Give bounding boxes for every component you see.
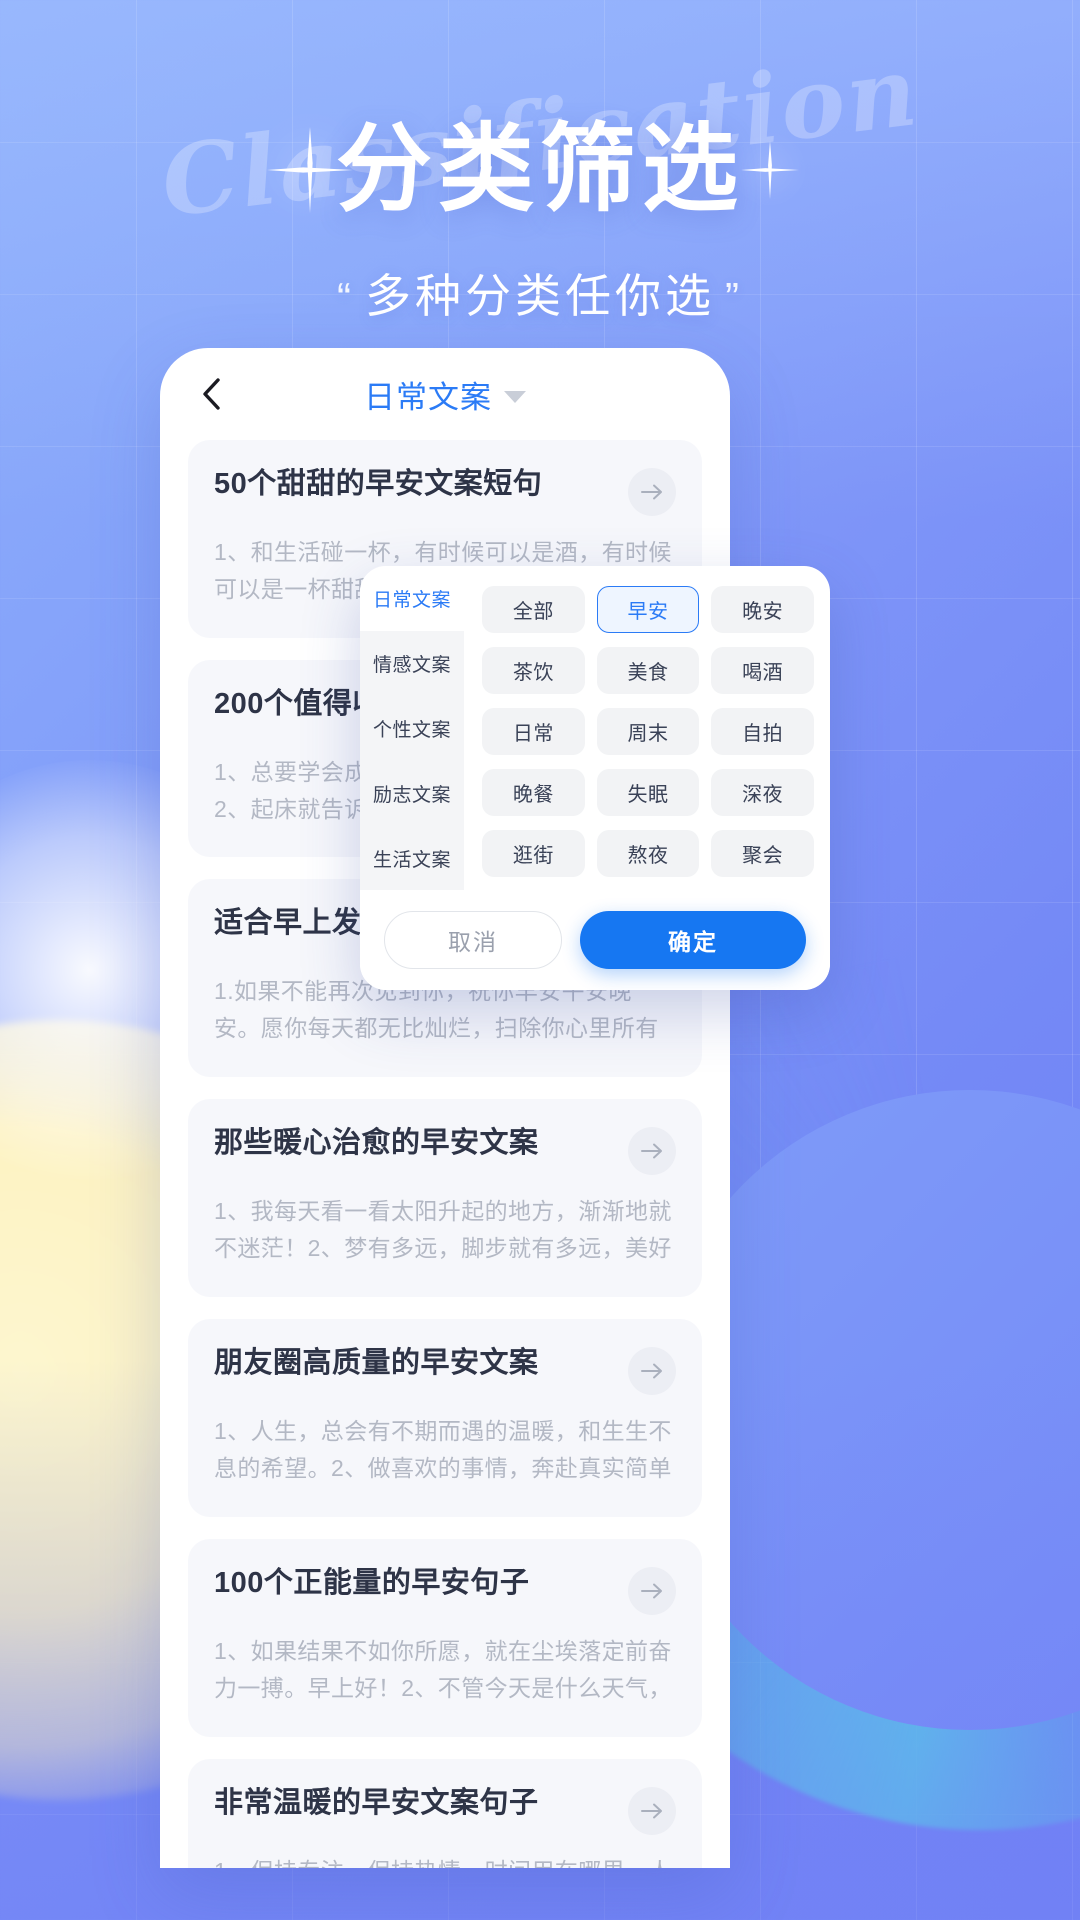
chip-daily[interactable]: 日常 — [482, 708, 585, 755]
chip-insomnia[interactable]: 失眠 — [596, 769, 700, 816]
subtitle-close-quote: ” — [725, 274, 743, 321]
chip-food[interactable]: 美食 — [596, 647, 700, 694]
subtitle-text: 多种分类任你选 — [365, 270, 715, 322]
category-tab-list: 日常文案 情感文案 个性文案 励志文案 生活文案 — [360, 566, 464, 890]
list-item-title: 那些暖心治愈的早安文案 — [214, 1126, 539, 1159]
list-item-header: 非常温暖的早安文案句子 — [214, 1785, 676, 1835]
arrow-right-icon — [641, 1803, 662, 1818]
category-selector-label: 日常文案 — [364, 379, 492, 415]
chip-drinking[interactable]: 喝酒 — [711, 647, 814, 694]
chip-morning[interactable]: 早安 — [596, 586, 700, 633]
tab-motivational[interactable]: 励志文案 — [360, 761, 464, 826]
cancel-button[interactable]: 取消 — [384, 911, 562, 969]
subtitle-open-quote: “ — [337, 274, 355, 321]
hero-section: Classification 分类筛选 “多种分类任你选” — [0, 34, 1080, 326]
arrow-right-button[interactable] — [628, 1566, 676, 1615]
modal-body: 日常文案 情感文案 个性文案 励志文案 生活文案 全部 早安 晚安 茶饮 美食 … — [360, 566, 830, 890]
list-item-title: 朋友圈高质量的早安文案 — [214, 1346, 539, 1379]
arrow-right-icon — [641, 1583, 662, 1598]
category-selector[interactable]: 日常文案 — [160, 348, 730, 440]
list-item-header: 50个甜甜的早安文案短句 — [214, 466, 676, 516]
list-item[interactable]: 朋友圈高质量的早安文案 1、人生，总会有不期而遇的温暖，和生生不息的希望。2、做… — [188, 1318, 702, 1517]
subcategory-chip-area: 全部 早安 晚安 茶饮 美食 喝酒 日常 周末 自拍 晚餐 失眠 深夜 逛街 熬… — [464, 566, 830, 890]
chip-tea[interactable]: 茶饮 — [482, 647, 585, 694]
list-item[interactable]: 非常温暖的早安文案句子 1、保持专注，保持热情，时间用在哪里，人生就在哪 — [188, 1758, 702, 1869]
chip-selfie[interactable]: 自拍 — [711, 708, 814, 755]
confirm-button[interactable]: 确定 — [580, 911, 806, 969]
list-item-title: 100个正能量的早安句子 — [214, 1566, 530, 1599]
list-item-header: 朋友圈高质量的早安文案 — [214, 1345, 676, 1395]
modal-action-bar: 取消 确定 — [360, 890, 830, 990]
chip-latenight[interactable]: 深夜 — [711, 769, 814, 816]
caret-down-icon — [504, 390, 526, 403]
arrow-right-button[interactable] — [628, 468, 676, 516]
list-item-title: 50个甜甜的早安文案短句 — [214, 468, 543, 500]
list-item-desc: 1、保持专注，保持热情，时间用在哪里，人生就在哪 — [214, 1853, 676, 1869]
list-item-title: 非常温暖的早安文案句子 — [214, 1786, 539, 1819]
tab-personality[interactable]: 个性文案 — [360, 696, 464, 761]
page-title: 分类筛选 — [336, 116, 744, 223]
list-item-desc: 1、人生，总会有不期而遇的温暖，和生生不息的希望。2、做喜欢的事情，奔赴真实简单… — [214, 1417, 672, 1481]
chip-goodnight[interactable]: 晚安 — [711, 586, 814, 633]
arrow-right-button[interactable] — [628, 1346, 676, 1395]
tab-life[interactable]: 生活文案 — [360, 826, 464, 890]
arrow-right-icon — [641, 1143, 662, 1158]
arrow-right-button[interactable] — [628, 1786, 676, 1835]
list-item-desc: 1、我每天看一看太阳升起的地方，渐渐地就不迷茫！2、梦有多远，脚步就有多远，美好… — [214, 1197, 672, 1261]
list-item-header: 100个正能量的早安句子 — [214, 1565, 676, 1615]
tab-emotional[interactable]: 情感文案 — [360, 631, 464, 696]
chip-stayup[interactable]: 熬夜 — [596, 830, 700, 877]
list-item[interactable]: 100个正能量的早安句子 1、如果结果不如你所愿，就在尘埃落定前奋力一搏。早上好… — [188, 1538, 702, 1737]
title-row: 分类筛选 — [0, 122, 1080, 218]
list-item-desc: 1、如果结果不如你所愿，就在尘埃落定前奋力一搏。早上好！2、不管今天是什么天气，… — [214, 1637, 672, 1701]
list-item-header: 那些暖心治愈的早安文案 — [214, 1125, 676, 1175]
arrow-right-icon — [641, 1363, 662, 1378]
arrow-right-button[interactable] — [628, 1126, 676, 1175]
chip-all[interactable]: 全部 — [482, 586, 585, 633]
arrow-right-icon — [641, 484, 662, 500]
chip-dinner[interactable]: 晚餐 — [482, 769, 585, 816]
tab-daily[interactable]: 日常文案 — [360, 566, 464, 631]
page-subtitle: “多种分类任你选” — [0, 260, 1080, 326]
subcategory-chip-grid: 全部 早安 晚安 茶饮 美食 喝酒 日常 周末 自拍 晚餐 失眠 深夜 逛街 熬… — [482, 586, 814, 877]
chip-party[interactable]: 聚会 — [711, 830, 814, 877]
category-filter-modal: 日常文案 情感文案 个性文案 励志文案 生活文案 全部 早安 晚安 茶饮 美食 … — [360, 566, 830, 990]
list-item[interactable]: 那些暖心治愈的早安文案 1、我每天看一看太阳升起的地方，渐渐地就不迷茫！2、梦有… — [188, 1098, 702, 1297]
chip-weekend[interactable]: 周末 — [596, 708, 700, 755]
chip-shopping[interactable]: 逛街 — [482, 830, 585, 877]
app-header: 日常文案 — [160, 348, 730, 440]
